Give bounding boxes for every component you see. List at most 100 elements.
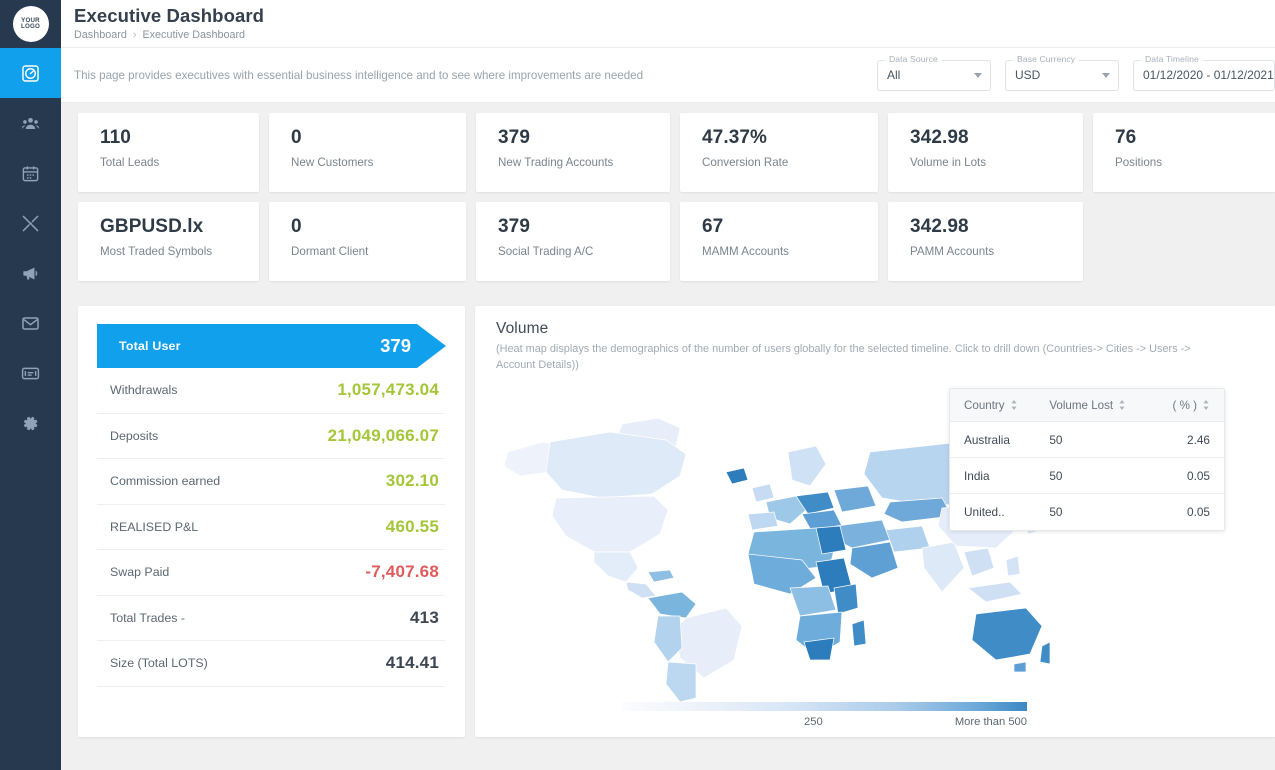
kpi-value: 379 — [498, 216, 531, 237]
sidebar-item-settings[interactable] — [0, 398, 61, 448]
kpi-value: 379 — [498, 127, 531, 148]
stat-row[interactable]: Commission earned 302.10 — [97, 459, 445, 505]
breadcrumb-root[interactable]: Dashboard — [74, 29, 127, 41]
sidebar-item-mail[interactable] — [0, 298, 61, 348]
page-header: Executive Dashboard Dashboard › Executiv… — [61, 0, 1275, 48]
envelope-icon — [21, 314, 40, 333]
kpi-label: Volume in Lots — [910, 155, 987, 169]
stat-label: Swap Paid — [110, 565, 170, 580]
cell-country: Australia — [964, 432, 1010, 447]
kpi-card[interactable]: 0 Dormant Client — [269, 202, 466, 281]
logo-line-2: LOGO — [20, 23, 41, 30]
table-row[interactable]: Australia 50 2.46 — [950, 422, 1224, 458]
kpi-row-2: GBPUSD.lx Most Traded Symbols 0 Dormant … — [78, 202, 1275, 281]
breadcrumb-current: Executive Dashboard — [142, 29, 246, 42]
kpi-card[interactable]: 47.37% Conversion Rate — [680, 113, 878, 192]
sort-icon[interactable] — [1010, 400, 1018, 410]
data-timeline-picker[interactable]: Data Timeline 01/12/2020 - 01/12/2021 — [1133, 53, 1275, 91]
country-volume-table[interactable]: Country Volume Lost (%) Australia 50 2… — [949, 388, 1225, 531]
kpi-label: Positions — [1115, 155, 1163, 169]
speedometer-icon — [21, 64, 40, 83]
table-row[interactable]: India 50 0.05 — [950, 458, 1224, 494]
kpi-card[interactable]: GBPUSD.lx Most Traded Symbols — [78, 202, 259, 281]
stat-label: Commission earned — [110, 474, 221, 489]
sidebar-item-payments[interactable] — [0, 348, 61, 398]
sidebar-item-customers[interactable] — [0, 98, 61, 148]
legend-gradient-bar — [622, 702, 1027, 711]
gear-icon — [21, 414, 40, 433]
column-header-percent[interactable]: ( % ) — [1152, 399, 1224, 412]
stat-label: REALISED P&L — [110, 519, 199, 534]
sidebar-item-dashboard[interactable] — [0, 48, 61, 98]
sidebar-nav — [0, 48, 61, 448]
sort-icon[interactable] — [1202, 400, 1210, 410]
column-header-volume-lost-label: Volume Lost — [1049, 398, 1114, 412]
stat-value: -7,407.68 — [365, 562, 439, 582]
stat-row[interactable]: Swap Paid -7,407.68 — [97, 550, 445, 596]
data-source-value: All — [887, 68, 901, 82]
megaphone-icon — [21, 264, 40, 283]
stat-row[interactable]: Total Trades - 413 — [97, 596, 445, 641]
chevron-down-icon[interactable] — [974, 72, 982, 78]
tools-icon — [21, 214, 40, 233]
filter-bar: This page provides executives with essen… — [61, 48, 1275, 103]
total-user-banner[interactable]: Total User 379 — [97, 324, 446, 368]
stat-row[interactable]: Withdrawals 1,057,473.04 — [97, 368, 445, 414]
stat-value: 1,057,473.04 — [337, 380, 439, 400]
kpi-value: 110 — [100, 127, 131, 148]
kpi-label: Conversion Rate — [702, 155, 789, 169]
kpi-card[interactable]: 379 Social Trading A/C — [476, 202, 670, 281]
chevron-down-icon[interactable] — [1102, 72, 1110, 78]
sort-icon[interactable] — [1118, 400, 1126, 410]
sidebar-item-calendar[interactable] — [0, 148, 61, 198]
kpi-card[interactable]: 379 New Trading Accounts — [476, 113, 670, 192]
users-icon — [21, 114, 40, 133]
volume-title: Volume — [496, 320, 549, 337]
main-column: Executive Dashboard Dashboard › Executiv… — [61, 0, 1275, 770]
kpi-card[interactable]: 76 Positions — [1093, 113, 1275, 192]
stat-value: 21,049,066.07 — [327, 425, 439, 445]
data-source-select[interactable]: Data Source All — [877, 53, 991, 91]
kpi-value: GBPUSD.lx — [100, 216, 204, 237]
cell-percent: 0.05 — [1187, 468, 1210, 483]
stat-row[interactable]: REALISED P&L 460.55 — [97, 505, 445, 550]
total-user-value: 379 — [380, 335, 411, 356]
summary-stats-card: Total User 379 Withdrawals 1,057,473.04 … — [78, 306, 465, 737]
column-header-country[interactable]: Country — [950, 399, 1049, 412]
heatmap-legend: 250 More than 500 — [622, 702, 1027, 734]
kpi-label: Social Trading A/C — [498, 244, 594, 258]
kpi-card[interactable]: 342.98 Volume in Lots — [888, 113, 1083, 192]
stat-label: Deposits — [110, 428, 159, 443]
logo-container[interactable]: YOUR LOGO — [0, 0, 61, 48]
sidebar: YOUR LOGO — [0, 0, 61, 770]
stat-value: 460.55 — [385, 516, 439, 536]
page-title: Executive Dashboard — [74, 4, 265, 26]
sidebar-item-tools[interactable] — [0, 198, 61, 248]
stat-label: Total Trades - — [110, 610, 186, 625]
column-header-percent-label: ( % ) — [1172, 398, 1197, 412]
stat-value: 414.41 — [385, 653, 439, 673]
stat-row[interactable]: Deposits 21,049,066.07 — [97, 414, 445, 459]
column-header-volume-lost[interactable]: Volume Lost — [1049, 399, 1152, 412]
sidebar-item-marketing[interactable] — [0, 248, 61, 298]
kpi-label: MAMM Accounts — [702, 244, 789, 258]
column-header-country-label: Country — [964, 398, 1005, 412]
total-user-label: Total User — [119, 339, 181, 353]
kpi-card[interactable]: 0 New Customers — [269, 113, 466, 192]
legend-tick-labels: 250 More than 500 — [622, 716, 1027, 734]
kpi-card[interactable]: 67 MAMM Accounts — [680, 202, 878, 281]
data-timeline-label: Data Timeline — [1141, 53, 1203, 64]
volume-subtitle: (Heat map displays the demographics of t… — [496, 343, 1191, 371]
legend-tick-max: More than 500 — [954, 716, 1027, 728]
stat-row[interactable]: Size (Total LOTS) 414.41 — [97, 641, 445, 687]
cell-country: United.. — [964, 505, 1005, 519]
kpi-card[interactable]: 342.98 PAMM Accounts — [888, 202, 1083, 281]
table-row[interactable]: United.. 50 0.05 — [950, 494, 1224, 530]
kpi-label: Most Traded Symbols — [100, 244, 213, 258]
filter-group: Data Source All Base Currency USD Data T… — [877, 53, 1275, 91]
kpi-value: 0 — [291, 216, 302, 237]
base-currency-select[interactable]: Base Currency USD — [1005, 53, 1119, 91]
stat-value: 302.10 — [385, 471, 439, 491]
cell-volume-lost: 50 — [1049, 468, 1063, 483]
kpi-card[interactable]: 110 Total Leads — [78, 113, 259, 192]
